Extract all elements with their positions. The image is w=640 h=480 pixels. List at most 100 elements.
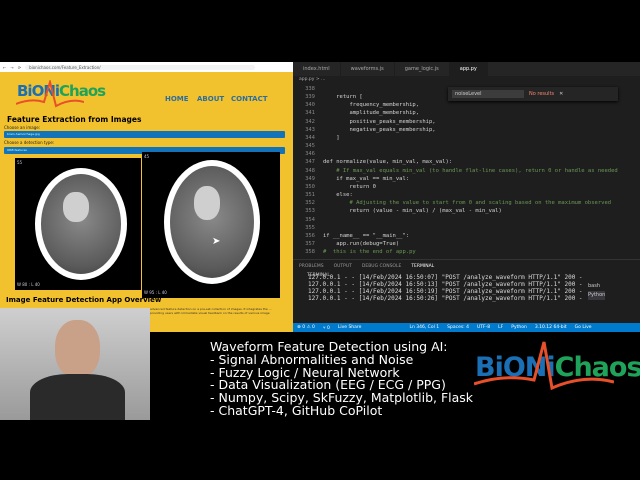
line-number: 339 (305, 94, 315, 101)
line-number: 338 (305, 86, 315, 92)
status-item[interactable]: Go Live (575, 325, 592, 330)
code-text: # Adjusting the value to start from 0 an… (323, 200, 612, 207)
brand-logo-wave (474, 341, 614, 390)
status-item[interactable]: Ln 346, Col 1 (409, 325, 439, 330)
address-bar[interactable]: bionichaos.com/Feature_Extraction/ (25, 64, 256, 70)
code-line: 358 # this is the end of app.py (293, 248, 618, 256)
panel-tab[interactable]: TERMINAL (411, 264, 434, 269)
status-item[interactable]: ⑂ 0 (323, 325, 330, 331)
image-select[interactable]: brain-hemorrhage.jpg (4, 131, 285, 138)
brain-scan (35, 168, 127, 280)
code-line: 345 (293, 142, 618, 150)
terminal-line: 127.0.0.1 - - [14/Feb/2024 16:50:13] "PO… (308, 281, 583, 288)
status-item[interactable]: UTF-8 (477, 325, 490, 330)
overview-text: advanced feature detection on a pre-set … (150, 307, 272, 315)
terminal-line: 127.0.0.1 - - [14/Feb/2024 16:50:19] "PO… (308, 288, 583, 295)
code-text: def normalize(value, min_val, max_val): (323, 159, 453, 166)
code-line: 353 return (value - min_val) / (max_val … (293, 207, 618, 215)
line-number: 342 (305, 118, 315, 125)
code-text: return [ (323, 94, 363, 101)
nav-contact[interactable]: CONTACT (231, 95, 268, 103)
nav-about[interactable]: ABOUT (197, 95, 224, 103)
forward-icon[interactable]: → (10, 65, 13, 70)
close-icon[interactable]: ✕ (559, 91, 563, 97)
line-number: 352 (305, 200, 315, 207)
presenter-face (55, 320, 100, 378)
code-line: 351 else: (293, 191, 618, 199)
code-line: 342 positive_peaks_membership, (293, 118, 618, 126)
shell-bash[interactable]: bash (588, 282, 605, 291)
code-line: 354 (293, 216, 618, 224)
brain-scan (164, 160, 260, 284)
presenter-body (30, 374, 125, 420)
code-line: 340 frequency_membership, (293, 101, 618, 109)
terminal-panel: PROBLEMS OUTPUT DEBUG CONSOLE TERMINAL TERM… (293, 259, 640, 323)
line-number: 353 (305, 208, 315, 215)
status-item[interactable]: Live Share (338, 325, 362, 330)
line-number: 344 (305, 134, 315, 141)
tab-waveforms-js[interactable]: waveforms.js (341, 62, 395, 76)
code-text: app.run(debug=True) (323, 240, 400, 247)
shell-python[interactable]: Python (588, 291, 606, 300)
code-line: 341 amplitude_membership, (293, 109, 618, 117)
page-title: Feature Extraction from Images (7, 115, 142, 124)
code-text: ] (323, 134, 340, 141)
find-input[interactable]: noiseLevel (452, 90, 524, 98)
status-item[interactable]: ⊗ 0 ⚠ 0 (297, 325, 315, 330)
tab-app-py[interactable]: app.py (449, 62, 488, 76)
code-line: 349 if max_val == min_val: (293, 175, 618, 183)
code-text: amplitude_membership, (323, 110, 420, 117)
line-number: 349 (305, 175, 315, 182)
line-number: 351 (305, 192, 315, 199)
line-number: 355 (305, 224, 315, 231)
terminal-line: 127.0.0.1 - - [14/Feb/2024 16:50:07] "PO… (308, 274, 583, 281)
browser-window: ← → ⟳ bionichaos.com/Feature_Extraction/ B… (0, 62, 293, 332)
code-line: 350 return 0 (293, 183, 618, 191)
tab-game-logic-js[interactable]: game_logic.js (395, 62, 450, 76)
line-number: 358 (305, 249, 315, 256)
line-number: 356 (305, 232, 315, 239)
ct-label: 45 (144, 154, 150, 159)
editor-tabs: index.html waveforms.js game_logic.js ap… (293, 62, 640, 76)
browser-toolbar: ← → ⟳ bionichaos.com/Feature_Extraction/ (0, 62, 293, 72)
line-number: 347 (305, 159, 315, 166)
status-item[interactable]: 3.10.12 64-bit (535, 325, 567, 330)
status-item[interactable]: Spaces: 4 (447, 325, 469, 330)
line-number: 350 (305, 183, 315, 190)
code-line: 357 app.run(debug=True) (293, 240, 618, 248)
code-area[interactable]: 338 339 return [340 frequency_membership,… (293, 85, 618, 256)
line-number: 357 (305, 240, 315, 247)
logo-wave (16, 80, 84, 108)
line-number: 354 (305, 216, 315, 223)
status-item[interactable]: Python (511, 325, 527, 330)
back-icon[interactable]: ← (3, 65, 6, 70)
code-text: frequency_membership, (323, 102, 420, 109)
breadcrumb[interactable]: app.py > ... (299, 77, 325, 82)
code-text: positive_peaks_membership, (323, 118, 436, 125)
nav-home[interactable]: HOME (165, 95, 189, 103)
ct-label: 55 (17, 160, 23, 165)
code-line: 347 def normalize(value, min_val, max_val… (293, 158, 618, 166)
ct-image-original: 55 W 80 : L 40 (15, 158, 141, 290)
panel-tab[interactable]: DEBUG CONSOLE (362, 264, 401, 269)
code-text: # If max_val equals min_val (to handle f… (323, 167, 618, 174)
tab-index-html[interactable]: index.html (293, 62, 341, 76)
find-widget: noiseLevel No results ✕ (448, 87, 618, 101)
code-text: if __name__ == "__main__": (323, 232, 410, 239)
reload-icon[interactable]: ⟳ (18, 65, 21, 70)
code-text: negative_peaks_membership, (323, 126, 436, 133)
overview-title: Image Feature Detection App Overview (6, 296, 162, 304)
code-text: else: (323, 192, 353, 199)
panel-tab[interactable]: PROBLEMS (299, 264, 324, 269)
status-item[interactable]: LF (498, 325, 503, 330)
code-text: return 0 (323, 183, 376, 190)
code-line: 343 negative_peaks_membership, (293, 126, 618, 134)
code-line: 346 (293, 150, 618, 158)
code-editor: index.html waveforms.js game_logic.js ap… (293, 62, 640, 332)
line-number: 340 (305, 102, 315, 109)
terminal-output[interactable]: 127.0.0.1 - - [14/Feb/2024 16:50:07] "PO… (308, 274, 583, 302)
panel-tab[interactable]: OUTPUT (334, 264, 352, 269)
code-line: 356 if __name__ == "__main__": (293, 232, 618, 240)
code-text: return (value - min_val) / (max_val - mi… (323, 208, 502, 215)
code-line: 355 (293, 224, 618, 232)
